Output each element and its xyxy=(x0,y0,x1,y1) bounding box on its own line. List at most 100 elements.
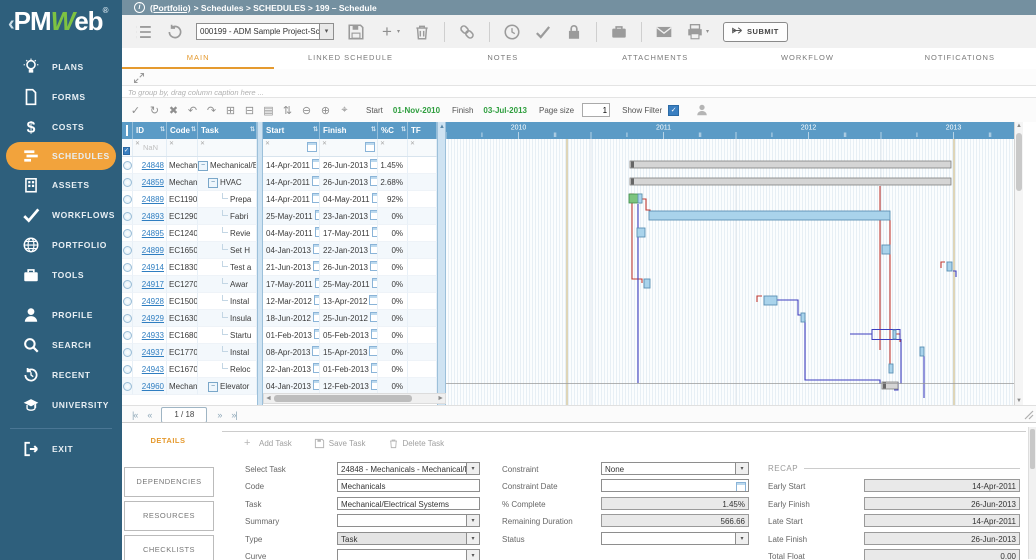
tab-notifications[interactable]: NOTIFICATIONS xyxy=(884,48,1036,69)
constraint-date-input[interactable] xyxy=(601,479,749,492)
filter-checkbox[interactable]: ✓ xyxy=(123,147,130,155)
clear-filter-icon[interactable]: ✕ xyxy=(135,140,140,147)
person-icon[interactable] xyxy=(695,103,709,117)
row-selector[interactable] xyxy=(123,178,132,187)
approve-icon[interactable] xyxy=(534,23,552,41)
task-id-link[interactable]: 24899 xyxy=(133,242,166,259)
save-icon[interactable] xyxy=(347,23,365,41)
add-task-button[interactable]: +Add Task xyxy=(244,438,292,449)
table-row[interactable]: 25-May-201123-Jan-20130% xyxy=(263,208,437,225)
add-icon[interactable]: + xyxy=(378,23,396,41)
sidebar-item-workflows[interactable]: WORKFLOWS xyxy=(0,200,122,230)
table-row[interactable]: 24943EC1670Reloc xyxy=(122,361,257,378)
calendar-icon[interactable] xyxy=(312,193,320,203)
calendar-icon[interactable] xyxy=(307,142,317,152)
sort-icon[interactable]: ⇅ xyxy=(191,122,196,139)
task-id-link[interactable]: 24859 xyxy=(133,174,166,191)
chevron-down-icon[interactable]: ▾ xyxy=(466,550,479,560)
gantt-bar[interactable] xyxy=(649,211,890,220)
task-input[interactable]: Mechanical/Electrical Systems xyxy=(337,497,480,510)
table-row[interactable]: 24889EC1190Prepa xyxy=(122,191,257,208)
table-row[interactable]: 12-Mar-201213-Apr-20120% xyxy=(263,293,437,310)
calendar-icon[interactable] xyxy=(736,482,746,492)
resize-grip[interactable] xyxy=(1022,408,1034,420)
sort-icon[interactable]: ⇅ xyxy=(371,122,376,139)
gantt-bar[interactable] xyxy=(637,228,645,237)
task-id-link[interactable]: 24933 xyxy=(133,327,166,344)
table-row[interactable]: 24893EC1290Fabri xyxy=(122,208,257,225)
sidebar-item-search[interactable]: SEARCH xyxy=(0,330,122,360)
calendar-icon[interactable] xyxy=(370,261,378,271)
task-id-link[interactable]: 24937 xyxy=(133,344,166,361)
menu-icon[interactable] xyxy=(135,23,153,41)
table-row[interactable]: 17-May-201125-May-20110% xyxy=(263,276,437,293)
table-row[interactable]: 24917EC1270Awar xyxy=(122,276,257,293)
column-header-start[interactable]: Start⇅ xyxy=(263,122,320,139)
chevron-down-icon[interactable]: ▾ xyxy=(319,24,333,39)
table-row[interactable]: 24928EC1500Instal xyxy=(122,293,257,310)
row-selector[interactable] xyxy=(123,246,132,255)
details-tab-checklists[interactable]: CHECKLISTS xyxy=(124,535,214,560)
calendar-icon[interactable] xyxy=(313,380,320,390)
table-row[interactable]: 01-Feb-201305-Feb-20130% xyxy=(263,327,437,344)
collapse-icon[interactable]: − xyxy=(208,178,218,188)
scroll-left-icon[interactable]: ◄ xyxy=(265,394,272,403)
sidebar-item-recent[interactable]: RECENT xyxy=(0,360,122,390)
gantt-bar[interactable] xyxy=(889,364,893,373)
add-dropdown-icon[interactable]: ▾ xyxy=(397,28,400,35)
gantt-summary-bar[interactable] xyxy=(630,178,951,185)
summary-dropdown[interactable]: ▾ xyxy=(337,514,480,527)
sidebar-item-tools[interactable]: TOOLS xyxy=(0,260,122,290)
task-id-link[interactable]: 24943 xyxy=(133,361,166,378)
row-selector[interactable] xyxy=(123,297,132,306)
select-task-dropdown[interactable]: 24848 - Mechanicals - Mechanical/E▾ xyxy=(337,462,480,475)
scrollbar-thumb[interactable] xyxy=(274,395,412,402)
gantt-bar[interactable] xyxy=(920,347,924,356)
calendar-icon[interactable] xyxy=(369,295,378,305)
column-header-pct[interactable]: %C⇅ xyxy=(378,122,408,139)
details-scrollbar[interactable] xyxy=(1028,427,1036,559)
sidebar-item-assets[interactable]: ASSETS xyxy=(0,170,122,200)
view-rows-icon[interactable]: ▤ xyxy=(259,104,278,117)
gantt-bar[interactable] xyxy=(764,296,777,305)
confirm-icon[interactable]: ✓ xyxy=(126,104,145,117)
clear-filter-icon[interactable]: ✕ xyxy=(169,140,174,147)
details-tab-resources[interactable]: RESOURCES xyxy=(124,501,214,531)
column-header-task[interactable]: Task⇅ xyxy=(198,122,257,139)
calendar-icon[interactable] xyxy=(313,363,320,373)
table-row[interactable]: 24895EC1240Revie xyxy=(122,225,257,242)
row-selector[interactable] xyxy=(123,280,132,289)
type-dropdown[interactable]: Task▾ xyxy=(337,532,480,545)
projects-icon[interactable] xyxy=(610,23,628,41)
task-id-link[interactable]: 24929 xyxy=(133,310,166,327)
calendar-icon[interactable] xyxy=(370,159,378,169)
print-icon[interactable] xyxy=(686,23,704,41)
gantt-bar[interactable] xyxy=(947,262,952,271)
row-selector[interactable] xyxy=(123,348,132,357)
sidebar-item-forms[interactable]: FORMS xyxy=(0,82,122,112)
calendar-icon[interactable] xyxy=(313,244,320,254)
save-task-button[interactable]: Save Task xyxy=(314,438,366,449)
fit-columns-icon[interactable]: ⇅ xyxy=(278,104,297,117)
task-id-link[interactable]: 24960 xyxy=(133,378,166,395)
clear-filter-icon[interactable]: ✕ xyxy=(410,140,415,147)
curve-dropdown[interactable]: ▾ xyxy=(337,549,480,560)
show-filter-checkbox[interactable]: ✓ xyxy=(668,105,679,116)
email-icon[interactable] xyxy=(655,23,673,41)
table-row[interactable]: 22-Jan-201301-Feb-20130% xyxy=(263,361,437,378)
pager-next-button[interactable]: » xyxy=(217,410,221,420)
calendar-icon[interactable] xyxy=(371,363,378,373)
expand-corner-icon[interactable] xyxy=(133,71,145,83)
history-icon[interactable] xyxy=(166,23,184,41)
calendar-icon[interactable] xyxy=(369,346,378,356)
code-input[interactable]: Mechanicals xyxy=(337,479,480,492)
delete-task-button[interactable]: Delete Task xyxy=(388,438,445,449)
collapse-all-icon[interactable]: ⊟ xyxy=(240,104,259,117)
gantt-vertical-scrollbar[interactable]: ▲ ▼ xyxy=(1014,122,1023,405)
sidebar-item-portfolio[interactable]: PORTFOLIO xyxy=(0,230,122,260)
clear-filter-icon[interactable]: ✕ xyxy=(265,140,270,147)
calendar-icon[interactable] xyxy=(312,176,320,186)
status-dropdown[interactable]: ▾ xyxy=(601,532,749,545)
sort-icon[interactable]: ⇅ xyxy=(160,122,165,139)
tab-attachments[interactable]: ATTACHMENTS xyxy=(579,48,731,69)
